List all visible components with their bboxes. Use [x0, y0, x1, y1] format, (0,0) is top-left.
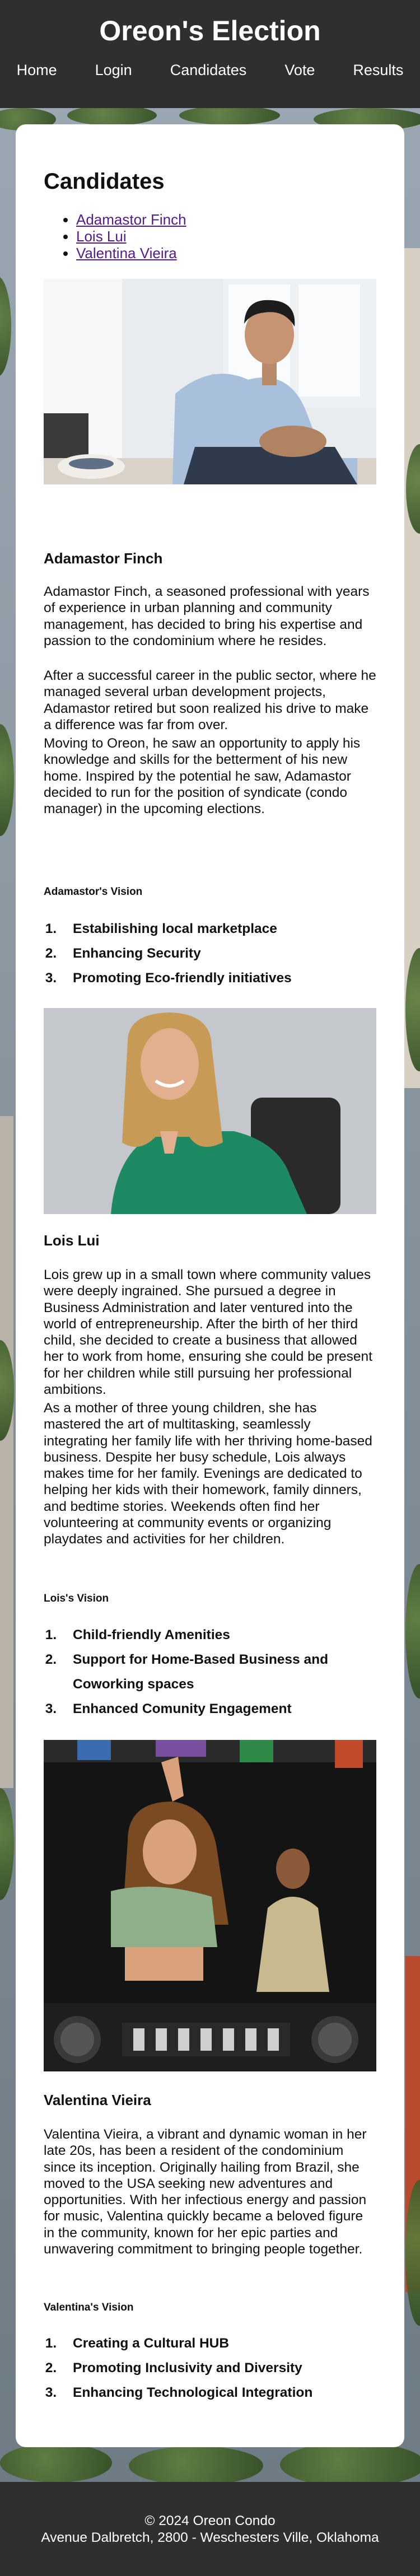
valentina-bio-paragraph-1: Valentina Vieira, a vibrant and dynamic … — [44, 2127, 367, 2257]
page-title: Candidates — [44, 169, 165, 194]
adamastor-bio-paragraph-1: Adamastor Finch, a seasoned professional… — [44, 584, 370, 648]
nav-results-link[interactable]: Results — [353, 62, 403, 79]
lois-lui-link[interactable]: Lois Lui — [76, 228, 127, 245]
candidate-index-item: Valentina Vieira — [76, 245, 186, 262]
valentina-vieira-link[interactable]: Valentina Vieira — [76, 245, 177, 262]
vision-item: Support for Home-Based Business and Cowo… — [60, 1648, 376, 1697]
vision-item: Promoting Eco-friendly initiatives — [60, 966, 376, 991]
candidates-card: Candidates Adamastor Finch Lois Lui Vale… — [16, 124, 404, 2447]
footer-copyright: © 2024 Oreon Condo — [144, 2513, 276, 2528]
adamastor-vision-title: Adamastor's Vision — [44, 886, 143, 898]
lois-bio-paragraph-1: Lois grew up in a small town where commu… — [44, 1267, 372, 1398]
nav-login-link[interactable]: Login — [95, 62, 132, 79]
vision-item: Creating a Cultural HUB — [60, 2331, 376, 2356]
valentina-vision-title: Valentina's Vision — [44, 2302, 134, 2313]
vision-item: Child-friendly Amenities — [60, 1623, 376, 1648]
candidate-index-item: Lois Lui — [76, 228, 186, 245]
nav-candidates-link[interactable]: Candidates — [170, 62, 247, 79]
adamastor-finch-link[interactable]: Adamastor Finch — [76, 211, 186, 228]
site-title: Oreon's Election — [99, 15, 321, 46]
valentina-vieira-photo — [44, 1740, 376, 2071]
site-header: Oreon's Election Home Login Candidates V… — [0, 0, 420, 108]
adamastor-bio-paragraph-3: Moving to Oreon, he saw an opportunity t… — [44, 736, 361, 817]
vision-item: Enhanced Comunity Engagement — [60, 1697, 376, 1721]
nav-home-link[interactable]: Home — [17, 62, 57, 79]
lois-vision-title: Lois's Vision — [44, 1593, 109, 1604]
valentina-vieira-name: Valentina Vieira — [44, 2092, 151, 2108]
adamastor-vision-list: Estabilishing local marketplace Enhancin… — [44, 917, 376, 991]
vision-item: Estabilishing local marketplace — [60, 917, 376, 941]
candidate-index: Adamastor Finch Lois Lui Valentina Vieir… — [60, 211, 186, 262]
adamastor-finch-photo — [44, 279, 376, 484]
lois-lui-name: Lois Lui — [44, 1232, 100, 1249]
site-footer: © 2024 Oreon Condo Avenue Dalbretch, 280… — [0, 2482, 420, 2576]
nav-vote-link[interactable]: Vote — [284, 62, 315, 79]
lois-lui-photo — [44, 1008, 376, 1214]
main-nav: Home Login Candidates Vote Results — [0, 62, 420, 79]
vision-item: Enhancing Technological Integration — [60, 2381, 376, 2405]
footer-address: Avenue Dalbretch, 2800 - Weschesters Vil… — [41, 2530, 379, 2545]
vision-item: Enhancing Security — [60, 941, 376, 966]
vision-item: Promoting Inclusivity and Diversity — [60, 2356, 376, 2381]
candidate-index-item: Adamastor Finch — [76, 211, 186, 228]
valentina-vision-list: Creating a Cultural HUB Promoting Inclus… — [44, 2331, 376, 2405]
adamastor-bio-paragraph-2: After a successful career in the public … — [44, 668, 376, 732]
adamastor-finch-name: Adamastor Finch — [44, 550, 163, 567]
lois-vision-list: Child-friendly Amenities Support for Hom… — [44, 1623, 376, 1721]
lois-bio-paragraph-2: As a mother of three young children, she… — [44, 1401, 372, 1547]
